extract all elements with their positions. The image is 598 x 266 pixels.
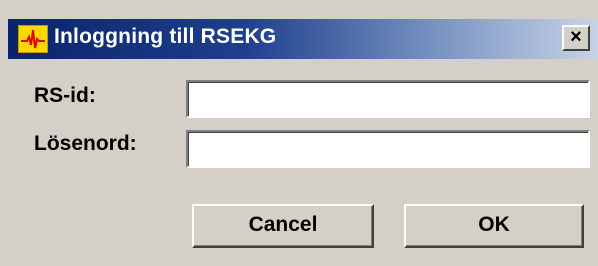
cancel-button[interactable]: Cancel <box>192 204 374 248</box>
title-bar[interactable]: Inloggning till RSEKG × <box>8 19 598 59</box>
ecg-heartbeat-icon <box>18 25 48 53</box>
close-button[interactable]: × <box>562 25 590 51</box>
password-input[interactable] <box>186 130 590 168</box>
ok-button[interactable]: OK <box>404 204 584 248</box>
dialog-title: Inloggning till RSEKG <box>54 25 277 48</box>
password-label: Lösenord: <box>34 132 137 155</box>
rsid-label: RS-id: <box>34 84 96 107</box>
login-dialog: Inloggning till RSEKG × RS-id: Lösenord:… <box>0 0 598 266</box>
rsid-input[interactable] <box>186 80 590 118</box>
